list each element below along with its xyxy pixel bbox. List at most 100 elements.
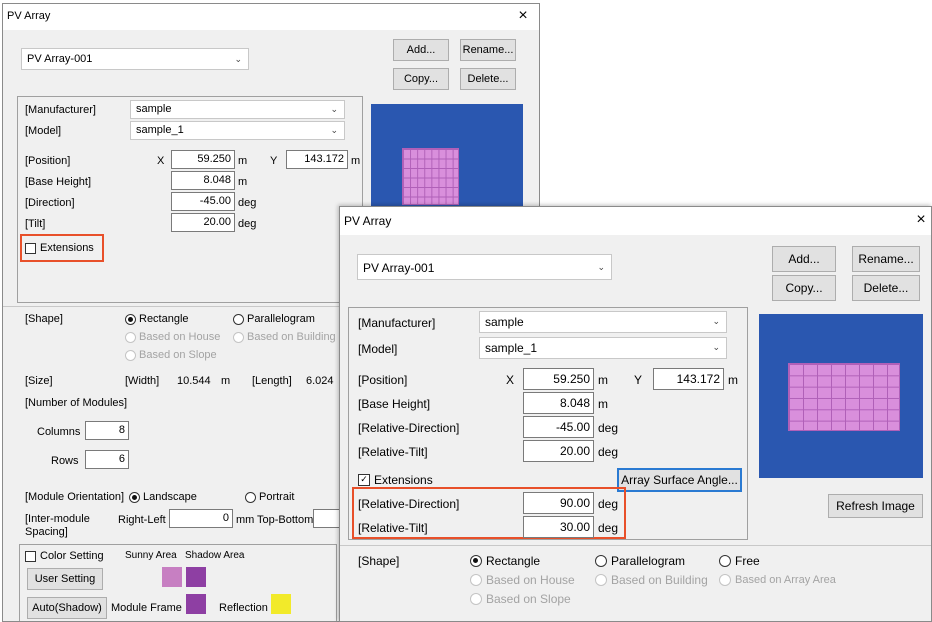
direction-input[interactable]: -45.00 — [171, 192, 235, 211]
shape-label: [Shape] — [358, 554, 400, 568]
columns-label: Columns — [37, 426, 81, 438]
right-left-input[interactable]: 0 — [169, 509, 233, 528]
based-on-slope-radio[interactable] — [125, 350, 136, 361]
color-setting-checkbox[interactable] — [25, 551, 36, 562]
width-value: 10.544 — [177, 375, 211, 387]
module-frame-label: Module Frame — [111, 602, 182, 614]
spacing-label: Spacing] — [25, 526, 68, 538]
base-height-label: [Base Height] — [358, 397, 431, 411]
rows-input[interactable]: 6 — [85, 450, 129, 469]
add-button[interactable]: Add... — [393, 39, 449, 61]
module-frame-swatch[interactable] — [186, 594, 206, 614]
ext-relative-tilt-input[interactable]: 30.00 — [523, 516, 594, 538]
based-on-array-area-radio[interactable] — [719, 574, 731, 586]
reflection-label: Reflection — [219, 602, 268, 614]
sunny-area-swatch[interactable] — [162, 567, 182, 587]
window-title: PV Array — [7, 10, 51, 22]
pv-array-dialog-front: PV Array × PV Array-001 ⌄ Add... Rename.… — [339, 206, 932, 622]
width-label: [Width] — [125, 375, 160, 387]
chevron-down-icon: ⌄ — [330, 125, 338, 135]
base-height-input[interactable]: 8.048 — [171, 171, 235, 190]
relative-tilt-input[interactable]: 20.00 — [523, 440, 594, 462]
landscape-radio[interactable] — [129, 492, 140, 503]
ext-relative-direction-input[interactable]: 90.00 — [523, 492, 594, 514]
free-radio[interactable] — [719, 555, 731, 567]
base-height-unit: m — [598, 397, 608, 411]
array-select-value: PV Array-001 — [363, 261, 435, 275]
add-button[interactable]: Add... — [772, 246, 836, 272]
array-surface-angle-button[interactable]: Array Surface Angle... — [617, 468, 742, 492]
y-unit: m — [351, 155, 361, 167]
based-on-building-radio[interactable] — [595, 574, 607, 586]
based-on-slope-radio[interactable] — [470, 593, 482, 605]
delete-button[interactable]: Delete... — [460, 68, 516, 90]
copy-button[interactable]: Copy... — [772, 275, 836, 301]
landscape-label: Landscape — [143, 491, 197, 503]
ext-relative-tilt-unit: deg — [598, 521, 619, 535]
based-on-building-label: Based on Building — [247, 331, 336, 343]
tilt-input[interactable]: 20.00 — [171, 213, 235, 232]
chevron-down-icon: ⌄ — [712, 342, 720, 352]
relative-tilt-unit: deg — [598, 445, 619, 459]
based-on-house-radio[interactable] — [125, 332, 136, 343]
portrait-label: Portrait — [259, 491, 295, 503]
position-label: [Position] — [358, 373, 408, 387]
tilt-unit: deg — [238, 218, 257, 230]
manufacturer-value: sample — [136, 103, 172, 115]
copy-button[interactable]: Copy... — [393, 68, 449, 90]
x-input[interactable]: 59.250 — [171, 150, 235, 169]
delete-button[interactable]: Delete... — [852, 275, 920, 301]
parallelogram-radio[interactable] — [595, 555, 607, 567]
chevron-down-icon: ⌄ — [234, 54, 242, 64]
extensions-checkbox[interactable]: ✓ — [358, 474, 370, 486]
manufacturer-select[interactable]: sample ⌄ — [479, 311, 727, 333]
top-bottom-label: Top-Bottom — [257, 514, 314, 526]
auto-shadow-button[interactable]: Auto(Shadow) — [27, 597, 107, 619]
chevron-down-icon: ⌄ — [597, 262, 605, 272]
shadow-area-label: Shadow Area — [185, 550, 245, 561]
manufacturer-value: sample — [485, 315, 524, 329]
x-input[interactable]: 59.250 — [523, 368, 594, 390]
shadow-area-swatch[interactable] — [186, 567, 206, 587]
relative-tilt-label: [Relative-Tilt] — [358, 445, 428, 459]
manufacturer-select[interactable]: sample ⌄ — [130, 100, 345, 119]
tilt-label: [Tilt] — [25, 218, 46, 230]
size-label: [Size] — [25, 375, 53, 387]
model-select[interactable]: sample_1 ⌄ — [479, 337, 727, 359]
module-orientation-label: [Module Orientation] — [25, 491, 125, 503]
array-select-value: PV Array-001 — [27, 53, 93, 65]
portrait-radio[interactable] — [245, 492, 256, 503]
array-select[interactable]: PV Array-001 ⌄ — [357, 254, 612, 280]
number-of-modules-label: [Number of Modules] — [25, 397, 128, 409]
user-setting-button[interactable]: User Setting — [27, 568, 103, 590]
based-on-house-radio[interactable] — [470, 574, 482, 586]
rename-button[interactable]: Rename... — [460, 39, 516, 61]
rectangle-radio[interactable] — [470, 555, 482, 567]
close-icon[interactable]: × — [913, 211, 929, 229]
base-height-input[interactable]: 8.048 — [523, 392, 594, 414]
inter-module-label: [Inter-module — [25, 513, 90, 525]
close-icon[interactable]: × — [515, 7, 531, 25]
window-title: PV Array — [344, 214, 392, 228]
array-select[interactable]: PV Array-001 ⌄ — [21, 48, 249, 70]
width-unit: m — [221, 375, 231, 387]
relative-direction-input[interactable]: -45.00 — [523, 416, 594, 438]
model-label: [Model] — [25, 125, 62, 137]
ext-relative-direction-unit: deg — [598, 497, 619, 511]
shape-label: [Shape] — [25, 313, 63, 325]
model-select[interactable]: sample_1 ⌄ — [130, 121, 345, 140]
rename-button[interactable]: Rename... — [852, 246, 920, 272]
y-input[interactable]: 143.172 — [286, 150, 348, 169]
parallelogram-radio[interactable] — [233, 314, 244, 325]
refresh-image-button[interactable]: Refresh Image — [828, 494, 923, 518]
columns-input[interactable]: 8 — [85, 421, 129, 440]
model-label: [Model] — [358, 342, 398, 356]
based-on-building-label: Based on Building — [611, 573, 708, 587]
reflection-swatch[interactable] — [271, 594, 291, 614]
rectangle-radio[interactable] — [125, 314, 136, 325]
relative-direction-unit: deg — [598, 421, 619, 435]
based-on-building-radio[interactable] — [233, 332, 244, 343]
y-input[interactable]: 143.172 — [653, 368, 724, 390]
color-setting-label: Color Setting — [40, 550, 104, 562]
y-label: Y — [634, 373, 643, 387]
